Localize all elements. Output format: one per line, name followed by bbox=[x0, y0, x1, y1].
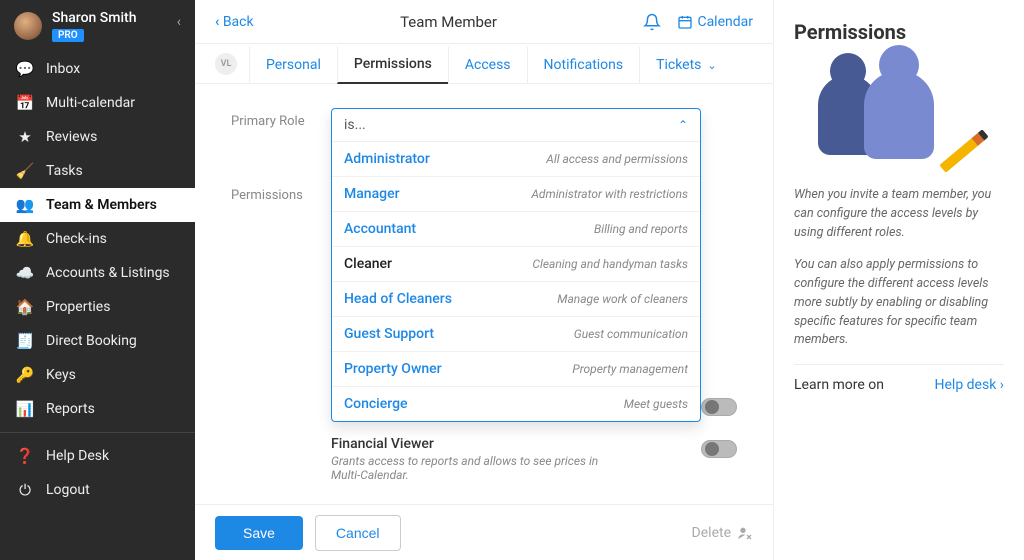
tab-personal[interactable]: Personal bbox=[249, 47, 337, 83]
help-desk-link[interactable]: Help desk › bbox=[935, 377, 1004, 393]
logout-icon: ⏻ bbox=[14, 481, 36, 499]
pro-badge: PRO bbox=[52, 29, 84, 42]
sidebar-item-keys[interactable]: 🔑Keys bbox=[0, 358, 195, 392]
sidebar-item-tasks[interactable]: 🧹Tasks bbox=[0, 154, 195, 188]
chevron-down-icon: ⌄ bbox=[707, 59, 716, 72]
permission-toggle[interactable] bbox=[701, 440, 737, 458]
sidebar-item-inbox[interactable]: 💬Inbox bbox=[0, 52, 195, 86]
sidebar-item-reports[interactable]: 📊Reports bbox=[0, 392, 195, 426]
role-option-manager[interactable]: ManagerAdministrator with restrictions bbox=[332, 177, 700, 212]
sidebar-item-reviews[interactable]: ★Reviews bbox=[0, 120, 195, 154]
chevron-up-icon: ⌃ bbox=[678, 118, 688, 132]
reviews-icon: ★ bbox=[14, 128, 36, 146]
accounts-listings-icon: ☁️ bbox=[14, 264, 36, 282]
notifications-icon[interactable] bbox=[643, 13, 661, 31]
sidebar-item-properties[interactable]: 🏠Properties bbox=[0, 290, 195, 324]
permission-row: Reporting bbox=[331, 492, 737, 504]
direct-booking-icon: 🧾 bbox=[14, 332, 36, 350]
member-initials-avatar: VL bbox=[215, 53, 237, 75]
role-option-accountant[interactable]: AccountantBilling and reports bbox=[332, 212, 700, 247]
cancel-button[interactable]: Cancel bbox=[315, 515, 401, 551]
role-option-guest-support[interactable]: Guest SupportGuest communication bbox=[332, 317, 700, 352]
help-desk-icon: ❓ bbox=[14, 447, 36, 465]
dropdown-value: is... bbox=[344, 117, 366, 133]
tab-notifications[interactable]: Notifications bbox=[527, 47, 640, 83]
delete-button[interactable]: Delete bbox=[692, 525, 753, 541]
tasks-icon: 🧹 bbox=[14, 162, 36, 180]
sidebar-item-logout[interactable]: ⏻Logout bbox=[0, 473, 195, 507]
role-option-administrator[interactable]: AdministratorAll access and permissions bbox=[332, 142, 700, 177]
role-option-concierge[interactable]: ConciergeMeet guests bbox=[332, 387, 700, 421]
learn-more-label: Learn more on bbox=[794, 377, 884, 393]
chevron-left-icon: ‹ bbox=[215, 14, 219, 30]
user-block: Sharon Smith PRO ‹ bbox=[0, 0, 195, 52]
help-paragraph-2: You can also apply permissions to config… bbox=[794, 256, 1004, 350]
properties-icon: 🏠 bbox=[14, 298, 36, 316]
illustration bbox=[794, 60, 1004, 170]
help-panel: Permissions When you invite a team membe… bbox=[774, 0, 1024, 560]
permissions-section-label: Permissions bbox=[231, 182, 331, 203]
sidebar: Sharon Smith PRO ‹ 💬Inbox📅Multi-calendar… bbox=[0, 0, 195, 560]
save-button[interactable]: Save bbox=[215, 516, 303, 550]
permission-toggle[interactable] bbox=[701, 398, 737, 416]
sidebar-item-direct-booking[interactable]: 🧾Direct Booking bbox=[0, 324, 195, 358]
help-title: Permissions bbox=[794, 20, 1004, 44]
collapse-icon[interactable]: ‹ bbox=[177, 14, 181, 30]
keys-icon: 🔑 bbox=[14, 366, 36, 384]
avatar bbox=[14, 12, 42, 40]
sidebar-item-team-members[interactable]: 👥Team & Members bbox=[0, 188, 195, 222]
back-button[interactable]: ‹ Back bbox=[215, 14, 254, 30]
multi-calendar-icon: 📅 bbox=[14, 94, 36, 112]
tab-access[interactable]: Access bbox=[448, 47, 527, 83]
user-name: Sharon Smith bbox=[52, 10, 136, 26]
sidebar-item-check-ins[interactable]: 🔔Check-ins bbox=[0, 222, 195, 256]
help-paragraph-1: When you invite a team member, you can c… bbox=[794, 186, 1004, 242]
tab-permissions[interactable]: Permissions bbox=[337, 46, 448, 84]
team-members-icon: 👥 bbox=[14, 196, 36, 214]
inbox-icon: 💬 bbox=[14, 60, 36, 78]
role-option-cleaner[interactable]: CleanerCleaning and handyman tasks bbox=[332, 247, 700, 282]
role-option-property-owner[interactable]: Property OwnerProperty management bbox=[332, 352, 700, 387]
page-title: Team Member bbox=[400, 13, 497, 31]
tab-tickets[interactable]: Tickets⌄ bbox=[639, 47, 733, 83]
sidebar-item-help-desk[interactable]: ❓Help Desk bbox=[0, 439, 195, 473]
calendar-link[interactable]: Calendar bbox=[677, 14, 753, 30]
primary-role-label: Primary Role bbox=[231, 108, 331, 422]
reports-icon: 📊 bbox=[14, 400, 36, 418]
sidebar-item-accounts-listings[interactable]: ☁️Accounts & Listings bbox=[0, 256, 195, 290]
role-option-head-of-cleaners[interactable]: Head of CleanersManage work of cleaners bbox=[332, 282, 700, 317]
main-panel: ‹ Back Team Member Calendar VL PersonalP… bbox=[195, 0, 774, 560]
check-ins-icon: 🔔 bbox=[14, 230, 36, 248]
primary-role-dropdown[interactable]: is... ⌃ AdministratorAll access and perm… bbox=[331, 108, 701, 422]
permission-row: Financial ViewerGrants access to reports… bbox=[331, 426, 737, 492]
sidebar-item-multi-calendar[interactable]: 📅Multi-calendar bbox=[0, 86, 195, 120]
